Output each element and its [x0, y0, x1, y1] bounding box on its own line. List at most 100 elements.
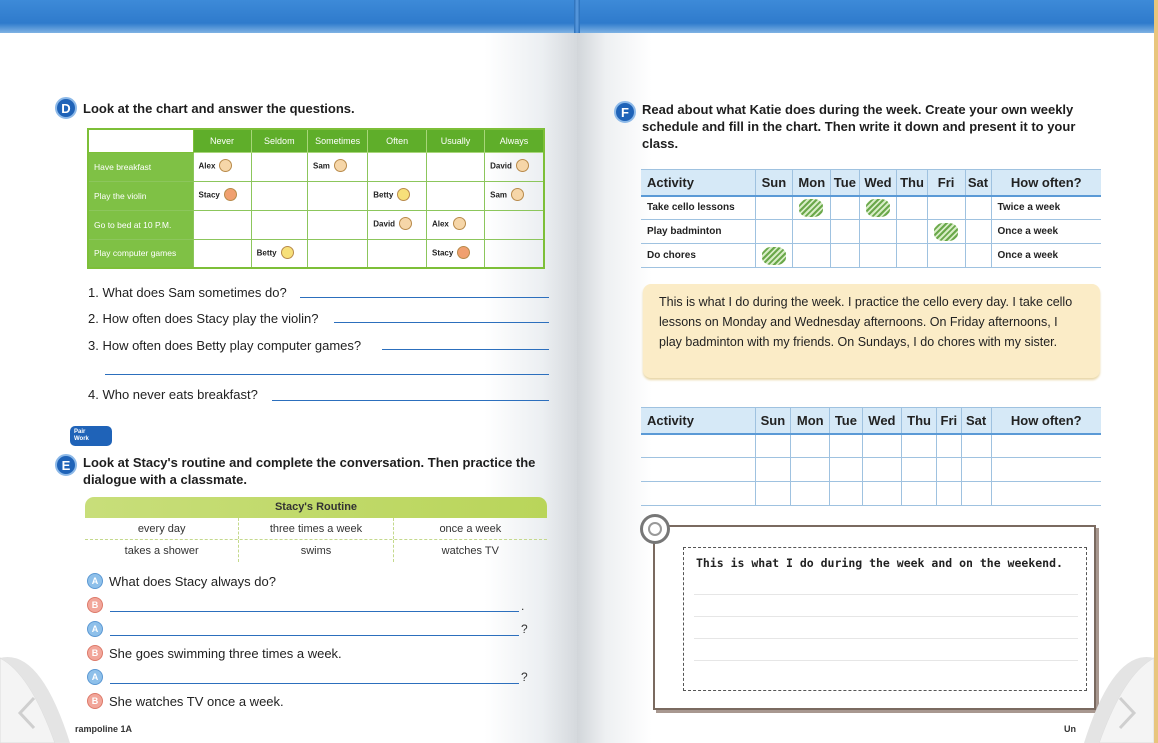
dialogue-blank-3[interactable]	[110, 635, 519, 636]
answer-line-4[interactable]	[272, 400, 549, 401]
table-row: Have breakfast Alex Sam David	[87, 151, 545, 182]
table-cell: David	[484, 151, 545, 182]
table-cell: Alex	[425, 209, 486, 240]
speaker-a-icon: A	[87, 573, 103, 589]
table-cell	[192, 238, 252, 269]
section-e-heading: E Look at Stacy's routine and complete t…	[55, 454, 553, 488]
section-e-title-line1: Look at Stacy's routine and complete the…	[83, 455, 536, 470]
row-label: Play computer games	[87, 238, 194, 269]
speaker-a-icon: A	[87, 621, 103, 637]
section-f-title-line3: class.	[642, 136, 679, 151]
writing-notebox[interactable]: This is what I do during the week and on…	[653, 525, 1096, 710]
answer-line-3[interactable]	[382, 349, 549, 350]
section-f-badge: F	[614, 101, 636, 123]
page-edge	[1154, 0, 1158, 743]
table-row: Do chores Once a week	[641, 243, 1101, 268]
table-cell	[425, 180, 486, 211]
table-cell	[306, 209, 369, 240]
prev-page-button[interactable]	[0, 643, 80, 743]
table-cell	[306, 238, 369, 269]
girl-avatar-icon	[397, 188, 411, 201]
dialogue-line-4: B She goes swimming three times a week.	[87, 645, 342, 661]
answer-line-2[interactable]	[334, 322, 549, 323]
table-row[interactable]	[641, 457, 1101, 482]
dialogue-line-2: B	[87, 597, 103, 613]
col-header: Sometimes	[306, 128, 369, 153]
table-cell	[306, 180, 369, 211]
boy-avatar-icon	[399, 217, 413, 230]
frequency-chart: Never Seldom Sometimes Often Usually Alw…	[87, 128, 545, 269]
question-3: 3. How often does Betty play computer ga…	[88, 338, 362, 353]
dialogue-line-5: A	[87, 669, 103, 685]
table-cell: Sam	[484, 180, 545, 211]
girl-avatar-icon	[280, 245, 294, 259]
top-banner	[0, 0, 1154, 33]
col-header: Seldom	[250, 128, 308, 153]
table-row: Play the violin Stacy Betty Sam	[87, 180, 545, 211]
katie-story: This is what I do during the week. I pra…	[643, 284, 1100, 378]
table-cell	[192, 209, 252, 240]
answer-line-3b[interactable]	[105, 374, 549, 375]
section-e-badge: E	[55, 454, 77, 476]
table-cell	[250, 180, 308, 211]
section-f-title-line2: schedule and fill in the chart. Then wri…	[642, 119, 1076, 134]
row-label: Play the violin	[87, 180, 194, 211]
routine-table: Stacy's Routine every day three times a …	[85, 497, 547, 562]
table-cell	[250, 151, 308, 182]
table-cell	[250, 209, 308, 240]
col-activity: Activity	[641, 169, 755, 197]
girl-avatar-icon	[457, 245, 471, 259]
routine-frequency-row: every day three times a week once a week	[85, 518, 547, 540]
girl-avatar-icon	[223, 188, 237, 201]
section-d-heading: D Look at the chart and answer the quest…	[55, 97, 355, 119]
footer-book-title: rampoline 1A	[75, 724, 133, 734]
section-f-heading: F Read about what Katie does during the …	[614, 101, 1112, 152]
answer-line-1[interactable]	[300, 297, 549, 298]
table-cell: Betty	[367, 180, 427, 211]
hatched-mark-icon	[761, 246, 786, 265]
speaker-b-icon: B	[87, 645, 103, 661]
table-row: Go to bed at 10 P.M. David Alex	[87, 209, 545, 240]
row-label: Have breakfast	[87, 151, 194, 182]
pair-work-badge: Pair Work	[70, 426, 112, 446]
table-cell	[367, 151, 427, 182]
table-cell: David	[367, 209, 427, 240]
table-cell: Sam	[306, 151, 369, 182]
question-1: 1. What does Sam sometimes do?	[88, 285, 287, 300]
katie-schedule-table: Activity Sun Mon Tue Wed Thu Fri Sat How…	[641, 169, 1101, 268]
table-row[interactable]	[641, 433, 1101, 458]
next-page-button[interactable]	[1074, 643, 1154, 743]
table-cell	[367, 238, 427, 269]
boy-avatar-icon	[515, 159, 529, 172]
section-f-title-line1: Read about what Katie does during the we…	[642, 102, 1074, 117]
col-header: Always	[484, 128, 545, 153]
section-e-title-line2: dialogue with a classmate.	[83, 472, 247, 487]
dialogue-line-3: A	[87, 621, 103, 637]
dialogue-blank-5[interactable]	[110, 683, 519, 684]
col-header: Never	[192, 128, 252, 153]
dialogue-line-6: B She watches TV once a week.	[87, 693, 284, 709]
table-cell: Stacy	[425, 238, 486, 269]
hatched-mark-icon	[933, 222, 958, 241]
section-d-title: Look at the chart and answer the questio…	[83, 100, 355, 116]
table-cell	[425, 151, 486, 182]
speaker-a-icon: A	[87, 669, 103, 685]
table-row[interactable]	[641, 481, 1101, 506]
routine-activity-row: takes a shower swims watches TV	[85, 540, 547, 562]
book-spread: D Look at the chart and answer the quest…	[0, 0, 1154, 743]
table-cell: Stacy	[192, 180, 252, 211]
col-header: Usually	[425, 128, 486, 153]
table-cell	[484, 209, 545, 240]
table-row: Play badminton Once a week	[641, 219, 1101, 244]
col-header: Often	[367, 128, 427, 153]
writing-area[interactable]: This is what I do during the week and on…	[683, 547, 1087, 691]
hatched-mark-icon	[865, 198, 890, 217]
hatched-mark-icon	[799, 198, 824, 217]
table-cell: Betty	[250, 238, 308, 269]
dialogue-line-1: A What does Stacy always do?	[87, 573, 276, 589]
question-2: 2. How often does Stacy play the violin?	[88, 311, 319, 326]
dialogue-blank-2[interactable]	[110, 611, 519, 612]
speaker-b-icon: B	[87, 693, 103, 709]
table-row: Play computer games Betty Stacy	[87, 238, 545, 269]
section-d-badge: D	[55, 97, 77, 119]
